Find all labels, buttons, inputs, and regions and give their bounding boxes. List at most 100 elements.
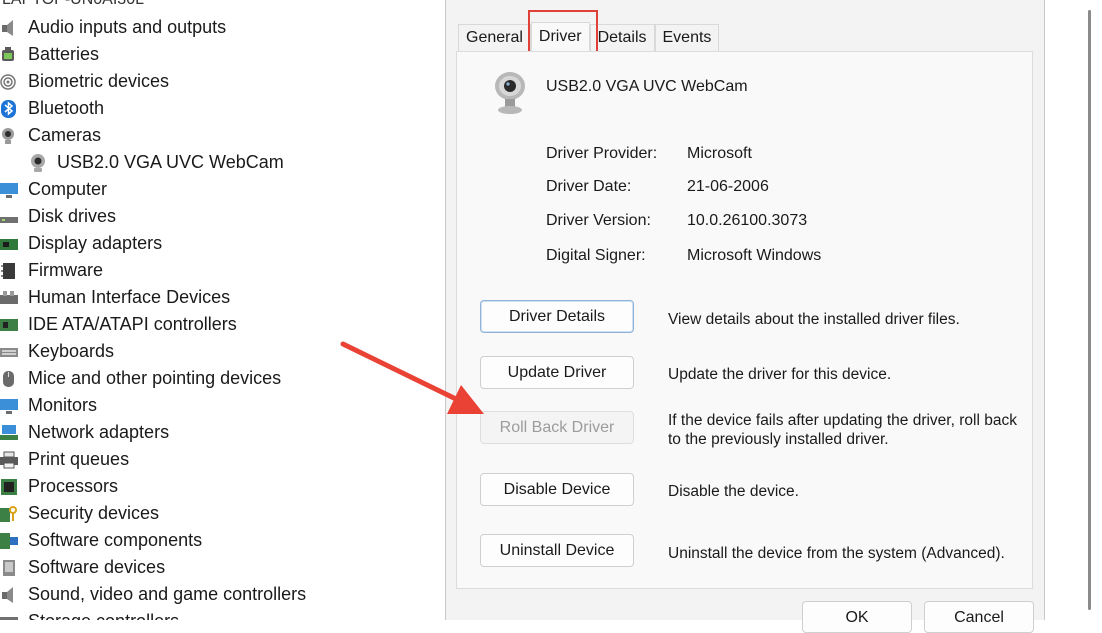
tree-item-cameras[interactable]: Cameras xyxy=(0,122,101,149)
tree-item-label: Mice and other pointing devices xyxy=(28,368,282,388)
disable-device-button[interactable]: Disable Device xyxy=(480,473,634,506)
device-tree: LAPTOP-UN0AI30L Audio inputs and outputs… xyxy=(0,0,440,620)
driver-details-button[interactable]: Driver Details xyxy=(480,300,634,333)
disable-device-description: Disable the device. xyxy=(668,483,799,500)
tree-item-label: Cameras xyxy=(28,125,102,145)
tree-item-label: Security devices xyxy=(28,503,160,523)
software-component-icon xyxy=(0,532,18,550)
digital-signer-label: Digital Signer: xyxy=(546,247,646,264)
tree-item-hid[interactable]: Human Interface Devices xyxy=(0,284,230,311)
device-properties-dialog: General Driver Details Events USB2.0 VGA… xyxy=(445,0,1045,633)
tab-details[interactable]: Details xyxy=(589,24,655,51)
tree-item-computer[interactable]: Computer xyxy=(0,176,107,203)
network-adapter-icon xyxy=(0,424,18,442)
keyboard-icon xyxy=(0,343,18,361)
tree-item-label: Storage controllers xyxy=(28,611,179,620)
display-adapter-icon xyxy=(0,235,18,253)
tree-item-label: Software components xyxy=(28,530,203,550)
tree-item-processors[interactable]: Processors xyxy=(0,473,118,500)
tree-item-webcam[interactable]: USB2.0 VGA UVC WebCam xyxy=(28,149,284,176)
webcam-icon xyxy=(28,153,48,173)
update-driver-description: Update the driver for this device. xyxy=(668,366,892,383)
tree-item-security[interactable]: Security devices xyxy=(0,500,159,527)
mouse-icon xyxy=(0,370,18,388)
tab-events[interactable]: Events xyxy=(654,24,720,51)
hid-icon xyxy=(0,289,18,307)
tree-item-audio[interactable]: Audio inputs and outputs xyxy=(0,14,226,41)
tree-item-label: Audio inputs and outputs xyxy=(28,17,227,37)
tree-item-label: Disk drives xyxy=(28,206,117,226)
camera-icon xyxy=(0,127,18,145)
tree-item-label: Computer xyxy=(28,179,108,199)
tree-item-label: USB2.0 VGA UVC WebCam xyxy=(57,152,284,172)
tree-item-mice[interactable]: Mice and other pointing devices xyxy=(0,365,281,392)
tree-item-print-queues[interactable]: Print queues xyxy=(0,446,129,473)
ok-button[interactable]: OK xyxy=(802,601,912,633)
driver-date-value: 21-06-2006 xyxy=(687,178,769,195)
tree-item-firmware[interactable]: Firmware xyxy=(0,257,103,284)
driver-provider-label: Driver Provider: xyxy=(546,145,658,162)
tree-item-ide[interactable]: IDE ATA/ATAPI controllers xyxy=(0,311,237,338)
driver-provider-value: Microsoft xyxy=(687,145,752,162)
tree-item-label: Display adapters xyxy=(28,233,163,253)
uninstall-device-button[interactable]: Uninstall Device xyxy=(480,534,634,567)
driver-date-label: Driver Date: xyxy=(546,178,632,195)
cancel-button[interactable]: Cancel xyxy=(924,601,1034,633)
tree-item-label: Print queues xyxy=(28,449,130,469)
digital-signer-value: Microsoft Windows xyxy=(687,247,822,264)
tree-item-label: Human Interface Devices xyxy=(28,287,231,307)
tab-general[interactable]: General xyxy=(458,24,531,51)
tree-item-label: Software devices xyxy=(28,557,166,577)
disk-drive-icon xyxy=(0,208,18,226)
tree-item-label: IDE ATA/ATAPI controllers xyxy=(28,314,237,334)
storage-controller-icon xyxy=(0,613,18,620)
software-device-icon xyxy=(0,559,18,577)
update-driver-button[interactable]: Update Driver xyxy=(480,356,634,389)
driver-tab-panel: USB2.0 VGA UVC WebCam Driver Provider: M… xyxy=(456,51,1033,589)
tree-item-batteries[interactable]: Batteries xyxy=(0,41,99,68)
tree-item-label: Processors xyxy=(28,476,119,496)
tree-item-storage[interactable]: Storage controllers xyxy=(0,608,179,620)
computer-icon xyxy=(0,181,18,199)
tree-item-keyboards[interactable]: Keyboards xyxy=(0,338,114,365)
tree-root-label: LAPTOP-UN0AI30L xyxy=(2,0,144,9)
ide-controller-icon xyxy=(0,316,18,334)
tree-item-monitors[interactable]: Monitors xyxy=(0,392,97,419)
monitor-icon xyxy=(0,397,18,415)
bluetooth-icon xyxy=(0,99,18,118)
tree-item-label: Network adapters xyxy=(28,422,170,442)
device-name: USB2.0 VGA UVC WebCam xyxy=(546,78,748,95)
tab-bar: General Driver Details Events xyxy=(458,22,720,51)
tree-item-network[interactable]: Network adapters xyxy=(0,419,169,446)
tree-item-label: Bluetooth xyxy=(28,98,105,118)
security-device-icon xyxy=(0,505,18,523)
roll-back-driver-description: If the device fails after updating the d… xyxy=(668,412,1017,448)
tree-item-bluetooth[interactable]: Bluetooth xyxy=(0,95,104,122)
roll-back-driver-button[interactable]: Roll Back Driver xyxy=(480,411,634,444)
tree-item-software-components[interactable]: Software components xyxy=(0,527,202,554)
tree-item-software-devices[interactable]: Software devices xyxy=(0,554,165,581)
printer-icon xyxy=(0,451,18,469)
uninstall-device-description: Uninstall the device from the system (Ad… xyxy=(668,545,1005,562)
tree-root-item[interactable]: LAPTOP-UN0AI30L xyxy=(2,0,144,13)
tree-item-display-adapters[interactable]: Display adapters xyxy=(0,230,162,257)
fingerprint-icon xyxy=(0,73,18,91)
tree-item-label: Batteries xyxy=(28,44,100,64)
tree-item-label: Keyboards xyxy=(28,341,115,361)
speaker-icon xyxy=(0,19,18,37)
tree-item-label: Monitors xyxy=(28,395,98,415)
tree-item-biometric[interactable]: Biometric devices xyxy=(0,68,169,95)
processor-icon xyxy=(0,478,18,496)
tree-item-label: Sound, video and game controllers xyxy=(28,584,307,604)
driver-version-label: Driver Version: xyxy=(546,212,651,229)
battery-icon xyxy=(0,46,18,64)
tree-item-label: Firmware xyxy=(28,260,103,280)
tree-item-sound-video[interactable]: Sound, video and game controllers xyxy=(0,581,306,608)
webcam-icon xyxy=(493,71,527,115)
tab-driver[interactable]: Driver xyxy=(530,22,590,51)
driver-version-value: 10.0.26100.3073 xyxy=(687,212,808,229)
scrollbar-thumb[interactable] xyxy=(1088,10,1091,610)
tree-item-label: Biometric devices xyxy=(28,71,170,91)
driver-details-description: View details about the installed driver … xyxy=(668,311,960,328)
tree-item-disk-drives[interactable]: Disk drives xyxy=(0,203,116,230)
